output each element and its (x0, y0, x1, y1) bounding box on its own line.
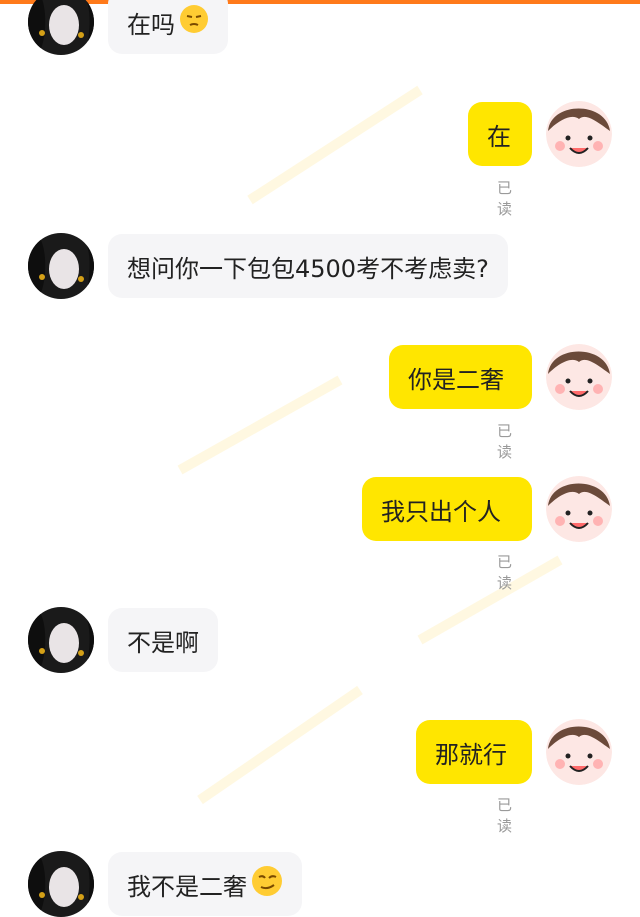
my-avatar[interactable] (546, 344, 612, 410)
message-bubble[interactable]: 我不是二奢 (108, 852, 302, 916)
read-receipt: 已读 (497, 179, 514, 218)
message-text: 不是啊 (127, 628, 199, 657)
read-receipt: 已读 (497, 553, 514, 592)
contact-avatar[interactable] (28, 607, 94, 673)
contact-avatar[interactable] (28, 0, 94, 55)
sleepy-face-icon (179, 4, 209, 40)
message-text: 在吗 (127, 10, 175, 39)
message-text: 在 (487, 122, 511, 151)
top-accent-bar (0, 0, 640, 4)
message-bubble[interactable]: 在 (468, 102, 532, 166)
message-bubble[interactable]: 我只出个人 (362, 477, 532, 541)
message-text: 我不是二奢 (127, 872, 247, 901)
watermark-pattern (177, 85, 563, 805)
message-text: 我只出个人 (381, 497, 501, 526)
my-avatar[interactable] (546, 476, 612, 542)
read-receipt: 已读 (497, 796, 514, 835)
message-bubble[interactable]: 不是啊 (108, 608, 218, 672)
read-receipt: 已读 (497, 422, 514, 461)
message-bubble[interactable]: 你是二奢 (389, 345, 532, 409)
contact-avatar[interactable] (28, 233, 94, 299)
message-bubble[interactable]: 想问你一下包包4500考不考虑卖? (108, 234, 508, 298)
message-bubble[interactable]: 那就行 (416, 720, 532, 784)
message-text: 想问你一下包包4500考不考虑卖? (127, 254, 489, 283)
smirk-face-icon (251, 865, 283, 903)
message-text: 那就行 (435, 740, 507, 769)
my-avatar[interactable] (546, 719, 612, 785)
message-bubble[interactable]: 在吗 (108, 0, 228, 54)
message-text: 你是二奢 (408, 365, 504, 394)
contact-avatar[interactable] (28, 851, 94, 917)
my-avatar[interactable] (546, 101, 612, 167)
